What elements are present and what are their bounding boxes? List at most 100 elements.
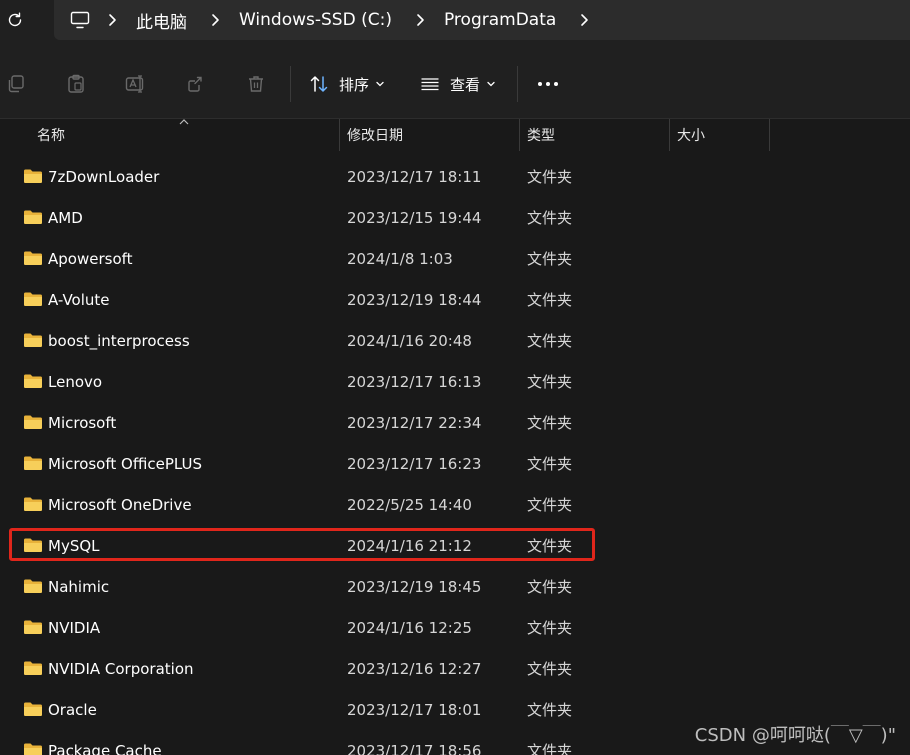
folder-icon	[24, 251, 42, 265]
column-divider[interactable]	[519, 119, 520, 151]
file-type: 文件夹	[527, 250, 573, 268]
column-header-type[interactable]: 类型	[527, 119, 555, 151]
file-row[interactable]: 7zDownLoader 2023/12/17 18:11 文件夹	[0, 157, 910, 198]
file-name: Microsoft OneDrive	[48, 496, 192, 514]
file-modified: 2022/5/25 14:40	[347, 496, 472, 514]
file-type: 文件夹	[527, 291, 573, 309]
file-type: 文件夹	[527, 414, 573, 432]
file-name: Oracle	[48, 701, 97, 719]
chevron-right-icon[interactable]	[205, 8, 225, 32]
file-modified: 2023/12/17 18:56	[347, 742, 482, 755]
file-modified: 2023/12/17 16:23	[347, 455, 482, 473]
file-type: 文件夹	[527, 496, 573, 514]
chevron-right-icon[interactable]	[102, 8, 122, 32]
file-row[interactable]: NVIDIA Corporation 2023/12/16 12:27 文件夹	[0, 649, 910, 690]
paste-icon[interactable]	[64, 72, 88, 96]
breadcrumb-drive-c[interactable]: Windows-SSD (C:)	[231, 10, 400, 30]
file-row[interactable]: Lenovo 2023/12/17 16:13 文件夹	[0, 362, 910, 403]
file-modified: 2023/12/19 18:45	[347, 578, 482, 596]
file-type: 文件夹	[527, 701, 573, 719]
file-row[interactable]: Microsoft OneDrive 2022/5/25 14:40 文件夹	[0, 485, 910, 526]
column-header-name[interactable]: 名称	[37, 119, 65, 151]
file-name: MySQL	[48, 537, 100, 555]
sort-label: 排序	[339, 75, 370, 94]
folder-icon	[24, 456, 42, 470]
sort-button[interactable]: 排序	[309, 70, 385, 98]
rename-icon[interactable]	[124, 72, 148, 96]
file-row[interactable]: NVIDIA 2024/1/16 12:25 文件夹	[0, 608, 910, 649]
copy-icon[interactable]	[4, 72, 28, 96]
file-modified: 2023/12/17 18:11	[347, 168, 482, 186]
sort-ascending-icon	[179, 119, 189, 125]
file-row[interactable]: Microsoft OfficePLUS 2023/12/17 16:23 文件…	[0, 444, 910, 485]
file-name: NVIDIA Corporation	[48, 660, 194, 678]
file-name: Apowersoft	[48, 250, 133, 268]
refresh-icon[interactable]	[2, 7, 28, 33]
file-type: 文件夹	[527, 578, 573, 596]
folder-icon	[24, 743, 42, 755]
share-icon[interactable]	[184, 72, 208, 96]
breadcrumb-this-pc[interactable]: 此电脑	[128, 8, 195, 33]
file-type: 文件夹	[527, 209, 573, 227]
file-list: 7zDownLoader 2023/12/17 18:11 文件夹 AMD 20…	[0, 157, 910, 755]
folder-icon	[24, 169, 42, 183]
folder-icon	[24, 661, 42, 675]
column-divider[interactable]	[669, 119, 670, 151]
file-name: Package Cache	[48, 742, 162, 755]
command-bar: 排序 查看	[0, 50, 910, 119]
file-modified: 2024/1/16 21:12	[347, 537, 472, 555]
view-button[interactable]: 查看	[420, 70, 496, 98]
file-name: A-Volute	[48, 291, 110, 309]
chevron-right-icon[interactable]	[410, 8, 430, 32]
column-divider[interactable]	[769, 119, 770, 151]
file-name: Nahimic	[48, 578, 110, 596]
chevron-down-icon	[486, 80, 496, 88]
file-type: 文件夹	[527, 168, 573, 186]
file-row-highlighted[interactable]: MySQL 2024/1/16 21:12 文件夹	[0, 526, 910, 567]
folder-icon	[24, 702, 42, 716]
file-name: NVIDIA	[48, 619, 101, 637]
view-icon	[420, 74, 440, 94]
file-modified: 2023/12/15 19:44	[347, 209, 482, 227]
folder-icon	[24, 210, 42, 224]
file-modified: 2024/1/8 1:03	[347, 250, 453, 268]
file-row[interactable]: Microsoft 2023/12/17 22:34 文件夹	[0, 403, 910, 444]
file-type: 文件夹	[527, 660, 573, 678]
file-row[interactable]: AMD 2023/12/15 19:44 文件夹	[0, 198, 910, 239]
file-modified: 2023/12/16 12:27	[347, 660, 482, 678]
delete-icon[interactable]	[244, 72, 268, 96]
file-modified: 2023/12/17 16:13	[347, 373, 482, 391]
file-row[interactable]: Nahimic 2023/12/19 18:45 文件夹	[0, 567, 910, 608]
column-divider[interactable]	[339, 119, 340, 151]
address-bar[interactable]: 此电脑 Windows-SSD (C:) ProgramData	[54, 0, 910, 40]
chevron-right-icon[interactable]	[574, 8, 594, 32]
breadcrumb-programdata[interactable]: ProgramData	[436, 10, 564, 30]
file-type: 文件夹	[527, 619, 573, 637]
column-header-size[interactable]: 大小	[677, 119, 705, 151]
toolbar-divider	[290, 66, 291, 102]
file-row[interactable]: Apowersoft 2024/1/8 1:03 文件夹	[0, 239, 910, 280]
more-icon[interactable]	[536, 72, 560, 96]
watermark: CSDN @呵呵哒(￣▽￣)"	[694, 725, 896, 746]
file-name: Microsoft	[48, 414, 117, 432]
file-explorer-window: 此电脑 Windows-SSD (C:) ProgramData 排序 查看 名…	[0, 0, 910, 755]
folder-icon	[24, 497, 42, 511]
file-type: 文件夹	[527, 373, 573, 391]
column-header-modified[interactable]: 修改日期	[347, 119, 403, 151]
folder-icon	[24, 415, 42, 429]
folder-icon	[24, 538, 42, 552]
computer-icon[interactable]	[68, 8, 92, 32]
folder-icon	[24, 579, 42, 593]
view-label: 查看	[450, 75, 481, 94]
address-bar-row: 此电脑 Windows-SSD (C:) ProgramData	[0, 0, 910, 50]
file-modified: 2024/1/16 12:25	[347, 619, 472, 637]
chevron-down-icon	[375, 80, 385, 88]
file-row[interactable]: A-Volute 2023/12/19 18:44 文件夹	[0, 280, 910, 321]
file-name: 7zDownLoader	[48, 168, 160, 186]
toolbar-divider	[517, 66, 518, 102]
file-row[interactable]: boost_interprocess 2024/1/16 20:48 文件夹	[0, 321, 910, 362]
column-headers: 名称 修改日期 类型 大小	[0, 119, 910, 151]
file-name: Microsoft OfficePLUS	[48, 455, 202, 473]
folder-icon	[24, 374, 42, 388]
file-type: 文件夹	[527, 537, 573, 555]
